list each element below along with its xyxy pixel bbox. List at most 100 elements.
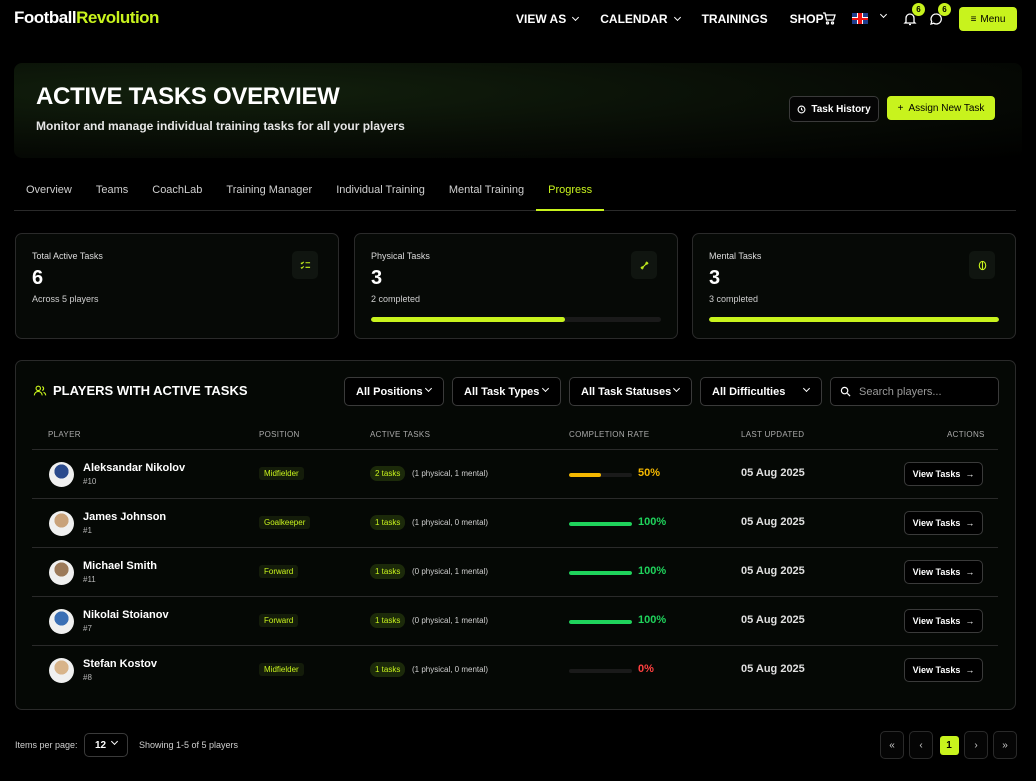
tab-teams[interactable]: Teams xyxy=(84,184,140,211)
completion-rate: 100% xyxy=(638,614,667,626)
player-number: #1 xyxy=(83,526,92,535)
search-icon xyxy=(840,386,851,397)
player-name[interactable]: Michael Smith xyxy=(83,560,157,572)
nav-shop[interactable]: SHOP xyxy=(790,12,824,26)
view-tasks-button[interactable]: View Tasks → xyxy=(904,609,983,633)
task-history-button[interactable]: Task History xyxy=(789,96,879,122)
chevron-down-icon xyxy=(541,384,550,393)
view-tasks-button[interactable]: View Tasks → xyxy=(904,511,983,535)
arrow-right-icon: → xyxy=(965,567,975,577)
stat-card-physical: Physical Tasks 3 2 completed xyxy=(354,233,678,339)
completion-rate: 100% xyxy=(638,565,667,577)
view-tasks-button[interactable]: View Tasks → xyxy=(904,658,983,682)
stat-card-mental: Mental Tasks 3 3 completed xyxy=(692,233,1016,339)
chevron-down-icon xyxy=(110,737,119,746)
task-count-badge: 1 tasks xyxy=(370,662,406,677)
position-badge: Midfielder xyxy=(259,467,304,480)
completion-rate: 100% xyxy=(638,516,667,528)
chevron-down-icon xyxy=(424,384,433,393)
tab-individual-training[interactable]: Individual Training xyxy=(324,184,437,211)
prev-page-button[interactable]: ‹ xyxy=(909,731,933,759)
table-row: Stefan Kostov #8 Midfielder 1 tasks (1 p… xyxy=(32,645,998,694)
chevron-right-icon: › xyxy=(974,739,978,751)
last-page-button[interactable]: » xyxy=(993,731,1017,759)
view-tasks-button[interactable]: View Tasks → xyxy=(904,462,983,486)
arrow-right-icon: → xyxy=(965,616,975,626)
task-breakdown: (0 physical, 1 mental) xyxy=(412,567,489,576)
last-updated: 05 Aug 2025 xyxy=(741,614,805,626)
nav-view-as[interactable]: VIEW AS xyxy=(516,12,580,26)
player-number: #10 xyxy=(83,477,97,486)
nav-calendar[interactable]: CALENDAR xyxy=(600,12,681,26)
table-row: Michael Smith #11 Forward 1 tasks (0 phy… xyxy=(32,547,998,596)
tab-overview[interactable]: Overview xyxy=(14,184,84,211)
task-count-badge: 2 tasks xyxy=(370,466,406,481)
next-page-button[interactable]: › xyxy=(964,731,988,759)
last-updated: 05 Aug 2025 xyxy=(741,516,805,528)
page-button-current[interactable]: 1 xyxy=(937,731,961,759)
player-number: #8 xyxy=(83,673,92,682)
player-name[interactable]: Aleksandar Nikolov xyxy=(83,462,185,474)
avatar xyxy=(49,658,74,683)
messages-badge: 6 xyxy=(938,3,951,16)
avatar xyxy=(49,511,74,536)
dumbbell-icon xyxy=(631,251,657,279)
panel-title: PLAYERS WITH ACTIVE TASKS xyxy=(33,383,248,398)
players-panel: PLAYERS WITH ACTIVE TASKS All Positions … xyxy=(15,360,1016,710)
cart-icon[interactable] xyxy=(821,10,837,26)
uk-flag-icon[interactable] xyxy=(852,13,868,24)
tab-progress[interactable]: Progress xyxy=(536,184,605,211)
chevron-down-icon xyxy=(672,384,681,393)
player-name[interactable]: Nikolai Stoianov xyxy=(83,609,169,621)
filter-task-statuses[interactable]: All Task Statuses xyxy=(569,377,692,406)
arrow-right-icon: → xyxy=(965,665,975,675)
page-subtitle: Monitor and manage individual training t… xyxy=(36,119,405,133)
users-icon xyxy=(33,385,47,395)
completion-bar xyxy=(569,473,632,477)
chevron-down-icon xyxy=(802,384,811,393)
physical-progress-bar xyxy=(371,317,661,322)
filter-task-types[interactable]: All Task Types xyxy=(452,377,561,406)
chevron-down-icon xyxy=(673,13,681,22)
hamburger-icon: ≡ xyxy=(970,13,977,25)
chevron-down-icon xyxy=(572,13,580,22)
position-badge: Forward xyxy=(259,565,299,578)
chevron-down-icon[interactable] xyxy=(879,10,888,19)
arrow-right-icon: → xyxy=(965,518,975,528)
logo[interactable]: FootballRevolution xyxy=(14,8,159,28)
tab-coachlab[interactable]: CoachLab xyxy=(140,184,214,211)
task-breakdown: (0 physical, 1 mental) xyxy=(412,616,489,625)
tab-mental-training[interactable]: Mental Training xyxy=(437,184,536,211)
completion-rate: 50% xyxy=(638,467,661,479)
filter-difficulties[interactable]: All Difficulties xyxy=(700,377,822,406)
view-tasks-button[interactable]: View Tasks → xyxy=(904,560,983,584)
completion-bar xyxy=(569,522,632,526)
last-updated: 05 Aug 2025 xyxy=(741,467,805,479)
filter-positions[interactable]: All Positions xyxy=(344,377,444,406)
search-input[interactable] xyxy=(859,385,989,398)
task-count-badge: 1 tasks xyxy=(370,613,406,628)
table-row: James Johnson #1 Goalkeeper 1 tasks (1 p… xyxy=(32,498,998,547)
stat-card-total: Total Active Tasks 6 Across 5 players xyxy=(15,233,339,339)
tab-training-manager[interactable]: Training Manager xyxy=(214,184,324,211)
menu-button[interactable]: ≡ Menu xyxy=(959,7,1017,31)
completion-bar-fill xyxy=(569,571,632,575)
items-per-page-label: Items per page: xyxy=(15,740,78,750)
assign-new-task-button[interactable]: + Assign New Task xyxy=(887,96,995,120)
table-row: Aleksandar Nikolov #10 Midfielder 2 task… xyxy=(32,449,998,498)
plus-icon: + xyxy=(897,102,904,114)
completion-bar xyxy=(569,669,632,673)
nav-trainings[interactable]: TRAININGS xyxy=(702,12,768,26)
first-page-button[interactable]: « xyxy=(880,731,904,759)
completion-rate: 0% xyxy=(638,663,654,675)
items-per-page-select[interactable]: 12 xyxy=(84,733,128,757)
completion-bar-fill xyxy=(569,620,632,624)
arrow-right-icon: → xyxy=(965,469,975,479)
player-name[interactable]: Stefan Kostov xyxy=(83,658,157,670)
player-name[interactable]: James Johnson xyxy=(83,511,166,523)
task-count-badge: 1 tasks xyxy=(370,515,406,530)
table-header: PLAYER POSITION ACTIVE TASKS COMPLETION … xyxy=(48,430,985,439)
avatar xyxy=(49,609,74,634)
player-number: #7 xyxy=(83,624,92,633)
double-chevron-right-icon: » xyxy=(1002,739,1008,751)
